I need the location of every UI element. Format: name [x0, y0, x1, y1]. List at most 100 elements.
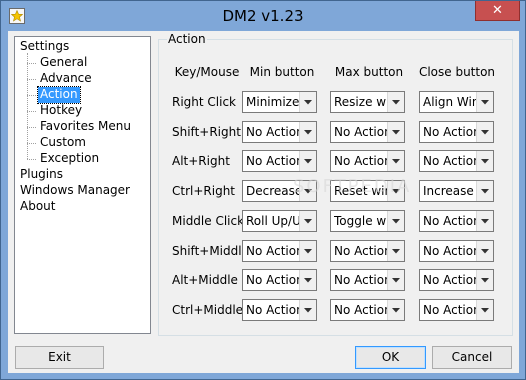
select-value: Minimize w: [246, 95, 303, 109]
chevron-down-icon[interactable]: [387, 121, 404, 142]
chevron-down-icon[interactable]: [476, 151, 493, 172]
min-button-action-select[interactable]: Roll Up/Ur: [242, 209, 317, 232]
chevron-down-icon[interactable]: [476, 121, 493, 142]
select-value: No Action: [423, 273, 480, 288]
select-value: Align Wind: [423, 95, 480, 109]
chevron-down-icon[interactable]: [476, 92, 493, 112]
max-button-action-select[interactable]: Reset wind: [330, 180, 405, 203]
max-button-action-select[interactable]: No Action: [330, 150, 405, 173]
chevron-down-icon[interactable]: [476, 181, 493, 202]
ok-button[interactable]: OK: [355, 346, 426, 369]
tree-connector: [27, 111, 36, 112]
chevron-down-icon[interactable]: [299, 121, 316, 142]
select-value: No Action: [423, 243, 480, 258]
max-button-action-select[interactable]: No Action: [330, 298, 405, 321]
close-button-action-select[interactable]: No Action: [419, 209, 494, 232]
row-label: Middle Click: [172, 213, 245, 228]
action-group: Action Key/Mouse Min button Max button C…: [158, 32, 513, 336]
tree-item-action[interactable]: Action: [37, 86, 81, 104]
action-group-title: Action: [167, 32, 207, 46]
tree-item-general[interactable]: General: [38, 55, 89, 71]
tree-item-plugins[interactable]: Plugins: [18, 167, 65, 183]
chevron-down-icon[interactable]: [299, 151, 316, 172]
select-value: No Action: [246, 302, 303, 317]
min-button-action-select[interactable]: No Action: [242, 150, 317, 173]
tree-item-exception[interactable]: Exception: [38, 151, 101, 167]
header-min-button: Min button: [249, 65, 315, 79]
chevron-down-icon[interactable]: [387, 92, 404, 112]
close-button-action-select[interactable]: No Action: [419, 239, 494, 262]
chevron-down-icon[interactable]: [476, 240, 493, 261]
select-value: No Action: [246, 154, 303, 169]
row-label: Alt+Middle: [172, 273, 238, 288]
chevron-down-icon[interactable]: [299, 92, 316, 112]
select-value: No Action: [334, 154, 391, 169]
tree-connector: [27, 63, 36, 64]
close-button-action-select[interactable]: No Action: [419, 298, 494, 321]
tree-item-custom[interactable]: Custom: [38, 135, 88, 151]
min-button-action-select[interactable]: Minimize w: [242, 91, 317, 113]
close-button-action-select[interactable]: No Action: [419, 120, 494, 143]
select-value: No Action: [423, 302, 480, 317]
chevron-down-icon[interactable]: [387, 210, 404, 231]
select-value: No Action: [423, 213, 480, 228]
min-button-action-select[interactable]: No Action: [242, 239, 317, 262]
select-value: Increase w: [423, 184, 480, 199]
exit-button[interactable]: Exit: [15, 346, 104, 369]
select-value: No Action: [334, 273, 391, 288]
chevron-down-icon[interactable]: [476, 210, 493, 231]
header-close-button: Close button: [418, 65, 496, 79]
chevron-down-icon[interactable]: [387, 181, 404, 202]
tree-item-favorites-menu[interactable]: Favorites Menu: [38, 119, 133, 135]
select-value: Toggle wir: [334, 213, 391, 228]
tree-item-settings[interactable]: Settings: [18, 39, 71, 55]
tree-connector: [27, 159, 36, 160]
select-value: No Action: [334, 243, 391, 258]
chevron-down-icon[interactable]: [299, 210, 316, 231]
chevron-down-icon[interactable]: [387, 240, 404, 261]
max-button-action-select[interactable]: No Action: [330, 120, 405, 143]
select-value: No Action: [334, 302, 391, 317]
tree-connector: [27, 143, 36, 144]
tree-item-windows-manager[interactable]: Windows Manager: [18, 183, 132, 199]
settings-tree[interactable]: Settings General Advance Action Hotkey Favori…: [14, 36, 151, 334]
chevron-down-icon[interactable]: [476, 270, 493, 291]
tree-item-about[interactable]: About: [18, 199, 57, 215]
row-label: Ctrl+Middle: [172, 302, 244, 317]
tree-connector: [27, 127, 36, 128]
close-button-action-select[interactable]: No Action: [419, 269, 494, 292]
close-button-action-select[interactable]: Increase w: [419, 180, 494, 203]
chevron-down-icon[interactable]: [299, 240, 316, 261]
tree-item-advance[interactable]: Advance: [38, 71, 94, 87]
close-button-action-select[interactable]: Align Wind: [419, 91, 494, 113]
chevron-down-icon[interactable]: [476, 299, 493, 320]
max-button-action-select[interactable]: Resize win: [330, 91, 405, 113]
chevron-down-icon[interactable]: [387, 270, 404, 291]
min-button-action-select[interactable]: No Action: [242, 298, 317, 321]
max-button-action-select[interactable]: No Action: [330, 239, 405, 262]
min-button-action-select[interactable]: No Action: [242, 120, 317, 143]
title-bar[interactable]: DM2 v1.23 ✕: [1, 1, 525, 31]
close-button-action-select[interactable]: No Action: [419, 150, 494, 173]
tree-connector: [27, 95, 36, 96]
min-button-action-select[interactable]: Decrease o: [242, 180, 317, 203]
header-key-mouse: Key/Mouse: [174, 65, 240, 79]
window-title: DM2 v1.23: [222, 7, 304, 25]
min-button-action-select[interactable]: No Action: [242, 269, 317, 292]
max-button-action-select[interactable]: Toggle wir: [330, 209, 405, 232]
tree-item-hotkey[interactable]: Hotkey: [38, 103, 84, 119]
chevron-down-icon[interactable]: [387, 151, 404, 172]
select-value: No Action: [246, 243, 303, 258]
chevron-down-icon[interactable]: [387, 299, 404, 320]
row-label: Ctrl+Right: [172, 184, 236, 199]
chevron-down-icon[interactable]: [299, 299, 316, 320]
app-window: DM2 v1.23 ✕ Settings General Advance Action…: [0, 0, 526, 380]
tree-connector: [27, 79, 36, 80]
cancel-button[interactable]: Cancel: [432, 346, 512, 369]
row-label: Shift+Middle: [172, 243, 249, 258]
max-button-action-select[interactable]: No Action: [330, 269, 405, 292]
select-value: No Action: [423, 154, 480, 169]
chevron-down-icon[interactable]: [299, 270, 316, 291]
chevron-down-icon[interactable]: [299, 181, 316, 202]
close-button[interactable]: ✕: [475, 1, 520, 21]
